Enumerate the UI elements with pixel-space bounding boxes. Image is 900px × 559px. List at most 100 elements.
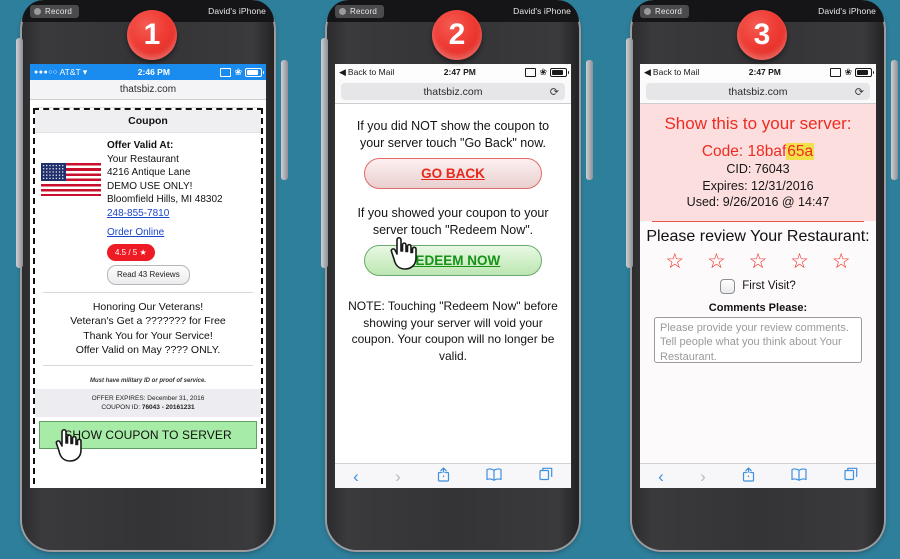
phone-1-status-bar: ●●●○○ AT&T ▾ 2:46 PM ❀ [30,64,266,80]
code-highlight: 65a [786,143,815,160]
book-icon[interactable] [486,467,503,485]
share-icon[interactable] [437,466,450,486]
instruction-paragraph-1: If you did NOT show the coupon to your s… [356,119,550,150]
redemption-code-line: Code: 18baf65a [646,143,870,161]
first-visit-row: First Visit? [640,278,876,294]
coupon-id-value: 76043 - 20161231 [141,403,195,411]
star-3[interactable]: ☆ [749,251,768,272]
order-online-link[interactable]: Order Online [107,226,164,240]
city-state-zip: Bloomfield Hills, MI 48302 [107,194,223,205]
business-info: Offer Valid At: Your Restaurant 4216 Ant… [107,139,255,285]
reload-icon[interactable]: ⟳ [855,85,864,98]
url-text: thatsbiz.com [423,85,483,98]
comments-label: Comments Please: [708,301,808,314]
hand-pointer-icon [387,231,421,271]
offer-heading: Offer Valid At: [107,140,174,151]
divider-bottom [43,364,253,366]
phone-1-content: Coupon Offer Valid At: Your Restaurant 4… [30,100,266,488]
phone-3-status-bar: ◀ Back to Mail 2:47 PM ❀ [640,64,876,80]
rating-badge: 4.5 / 5 ★ [107,243,155,261]
battery-icon [855,67,874,77]
expiry-block: OFFER EXPIRES: December 31, 2016 COUPON … [35,388,261,417]
phone-3-power-rail [891,60,898,180]
fine-print: Must have military ID or proof of servic… [89,377,207,384]
phone-2-safari-toolbar: ‹ › [335,463,571,488]
divider-top [43,291,253,293]
phone-3-content: Show this to your server: Code: 18baf65a… [640,104,876,473]
code-plain: 18baf [747,143,787,160]
airplay-icon [830,67,842,77]
promo-text: Honoring Our Veterans! Veteran's Get a ?… [35,300,261,358]
step-badge-3: 3 [737,10,787,60]
share-icon[interactable] [742,466,755,486]
address-line: 4216 Antique Lane [107,167,191,178]
first-visit-checkbox[interactable] [720,278,736,294]
partial-element-above-coupon [36,100,260,108]
back-to-mail-label[interactable]: Back to Mail [653,67,699,77]
expires-line: Expires: 12/31/2016 [702,178,814,193]
step-badge-2: 2 [432,10,482,60]
offer-expires-label: OFFER EXPIRES: December 31, 2016 [91,394,205,402]
tabs-icon[interactable] [539,467,553,485]
airplay-icon [220,67,232,77]
coupon-details: Offer Valid At: Your Restaurant 4216 Ant… [35,133,261,285]
note-paragraph: NOTE: Touching "Redeem Now" before showi… [348,299,558,363]
star-4[interactable]: ☆ [790,251,809,272]
record-button[interactable]: Record [335,4,384,18]
record-button[interactable]: Record [30,4,79,18]
battery-icon [550,67,569,77]
redemption-panel: Show this to your server: Code: 18baf65a… [640,104,876,221]
phone-1-volume-rail [16,38,23,268]
phone-link[interactable]: 248-855-7810 [107,207,169,221]
phone-2-volume-rail [321,38,328,268]
book-icon[interactable] [791,467,808,485]
used-line: Used: 9/26/2016 @ 14:47 [686,195,830,209]
phone-2-status-bar: ◀ Back to Mail 2:47 PM ❀ [335,64,571,80]
read-reviews-button[interactable]: Read 43 Reviews [107,265,190,285]
promo-line-2: Veteran's Get a ??????? for Free [70,315,226,327]
back-triangle-icon[interactable]: ◀ [339,67,346,78]
go-back-button[interactable]: GO BACK [364,158,542,189]
record-circle-icon [644,7,651,15]
star-2[interactable]: ☆ [707,251,726,272]
record-button[interactable]: Record [640,4,689,18]
device-label: David's iPhone [208,6,266,16]
phone-2-power-rail [586,60,593,180]
star-rating[interactable]: ☆ ☆ ☆ ☆ ☆ [640,249,876,272]
review-heading: Please review Your Restaurant: [646,227,870,245]
cid-line: CID: 76043 [726,162,790,176]
url-text: thatsbiz.com [119,84,177,95]
phone-1-screen: ●●●○○ AT&T ▾ 2:46 PM ❀ thatsbiz.com Coup… [30,64,266,488]
chevron-right-icon[interactable]: › [395,468,401,485]
phone-2-url-bar[interactable]: thatsbiz.com ⟳ [335,80,571,104]
signal-dots-icon: ●●●○○ [34,68,58,76]
phone-3-url-bar[interactable]: thatsbiz.com ⟳ [640,80,876,104]
phone-1-url-bar[interactable]: thatsbiz.com [30,80,266,100]
promo-line-3: Thank You for Your Service! [83,329,213,342]
phone-3-screen: ◀ Back to Mail 2:47 PM ❀ thatsbiz.com ⟳ [640,64,876,488]
phone-2-content: If you did NOT show the coupon to your s… [335,104,571,473]
status-time: 2:47 PM [748,67,781,77]
back-triangle-icon[interactable]: ◀ [644,67,651,78]
instruction-paragraph-2: If you showed your coupon to your server… [357,206,549,237]
airplay-icon [525,67,537,77]
code-label: Code: [701,143,748,160]
carrier-label: AT&T [59,67,81,77]
promo-line-4: Offer Valid on May ???? ONLY. [75,344,221,356]
star-1[interactable]: ☆ [665,251,684,272]
tabs-icon[interactable] [844,467,858,485]
chevron-left-icon[interactable]: ‹ [353,468,359,485]
bluetooth-icon: ❀ [844,66,852,77]
star-5[interactable]: ☆ [832,251,851,272]
business-name: Your Restaurant [107,153,179,165]
step-badge-1: 1 [127,10,177,60]
chevron-left-icon[interactable]: ‹ [658,468,664,485]
back-to-mail-label[interactable]: Back to Mail [348,67,394,77]
reload-icon[interactable]: ⟳ [550,85,559,98]
comments-textarea[interactable]: Please provide your review comments. Tel… [654,316,862,363]
record-label: Record [45,6,72,16]
status-time: 2:47 PM [443,67,476,77]
show-server-heading: Show this to your server: [664,114,852,133]
chevron-right-icon[interactable]: › [700,468,706,485]
promo-line-1: Honoring Our Veterans! [92,300,204,313]
